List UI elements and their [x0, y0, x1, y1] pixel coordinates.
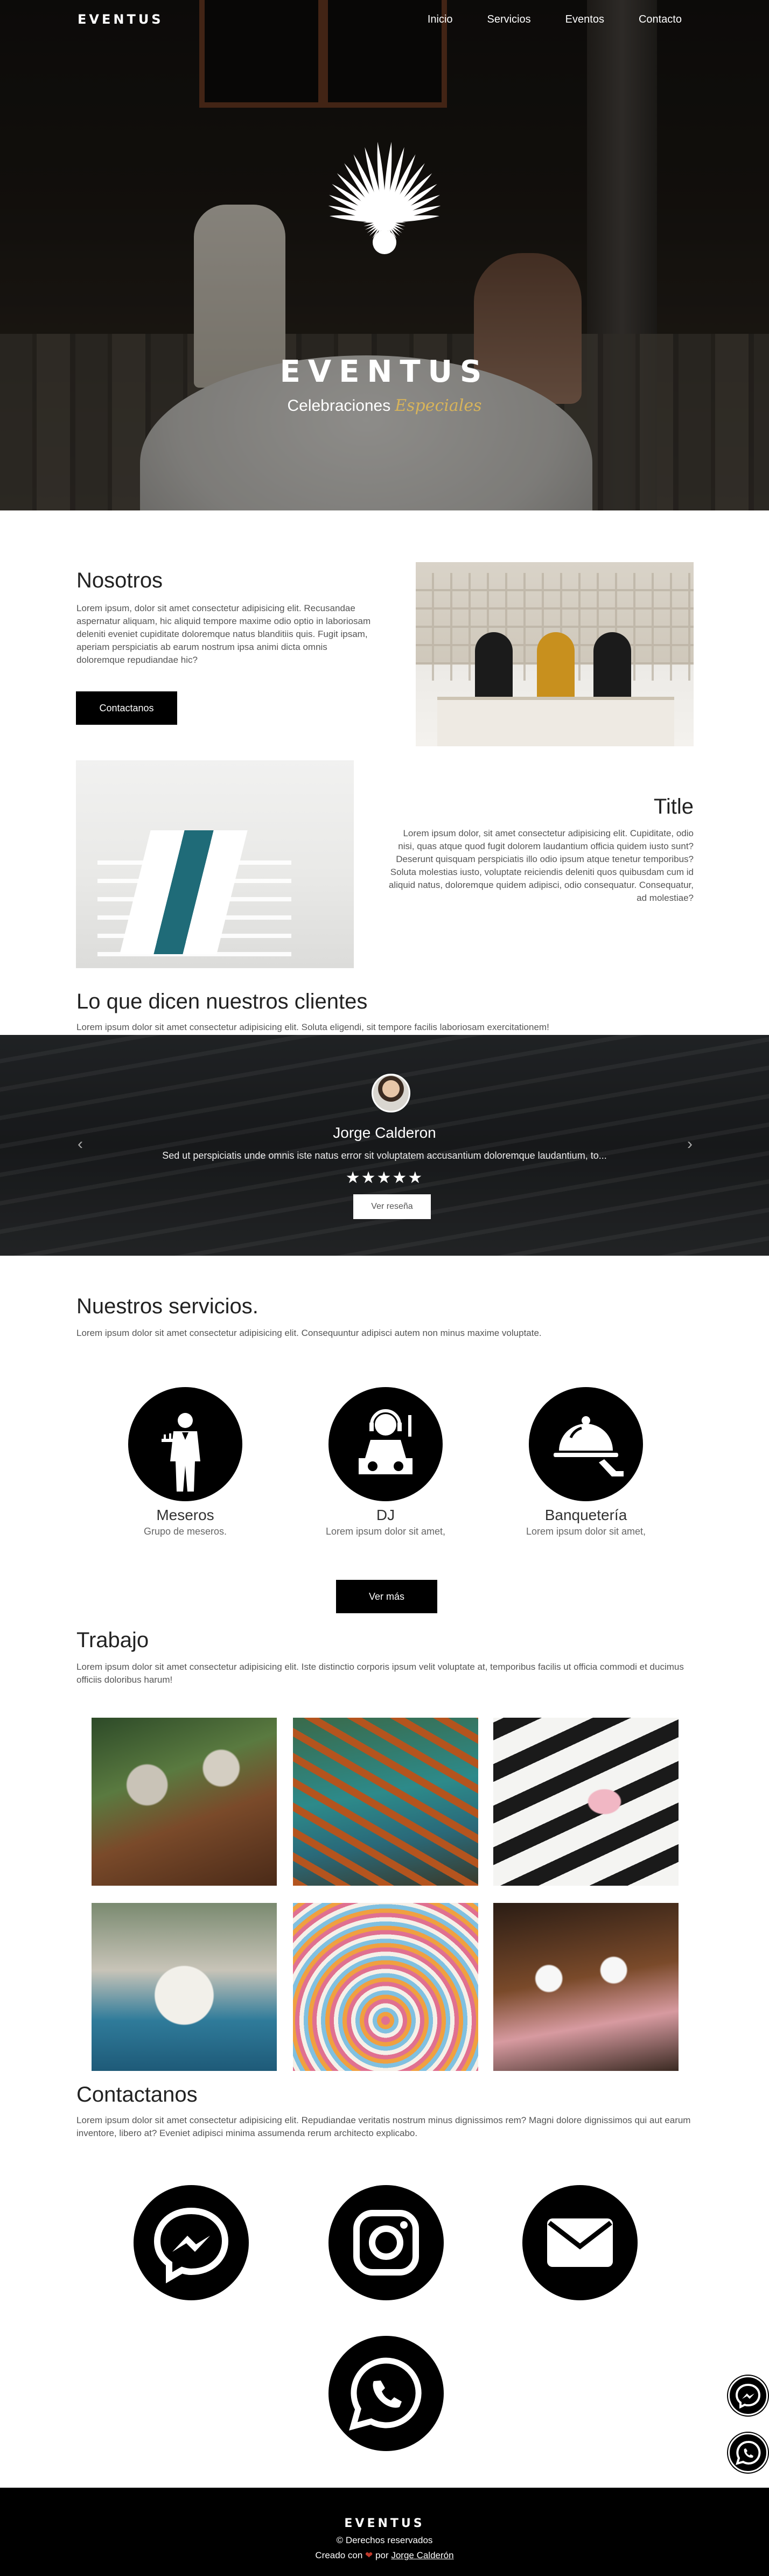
service-name-dj: DJ: [376, 1507, 395, 1523]
service-desc-banqueteria: Lorem ipsum dolor sit amet,: [526, 1526, 646, 1537]
floating-whatsapp-icon[interactable]: [728, 2433, 768, 2473]
about-title: Nosotros: [76, 569, 163, 592]
waiter-icon: [128, 1387, 242, 1501]
gallery-photo[interactable]: [493, 1718, 679, 1886]
contact-subtitle: Lorem ipsum dolor sit amet consectetur a…: [76, 2115, 691, 2138]
footer-credit: Creado con ❤ por Jorge Calderón: [0, 2550, 769, 2561]
service-name-meseros: Meseros: [156, 1507, 214, 1523]
feature-text: Lorem ipsum dolor, sit amet consectetur …: [388, 828, 694, 903]
contact-title: Contactanos: [76, 2083, 198, 2106]
floating-messenger-icon[interactable]: [728, 2376, 768, 2416]
see-review-button[interactable]: Ver reseña: [353, 1194, 431, 1219]
nav-link-inicio[interactable]: Inicio: [428, 13, 453, 26]
catering-cloche-icon: [529, 1387, 643, 1501]
nav-links: Inicio Servicios Eventos Contacto: [428, 13, 682, 26]
instagram-icon[interactable]: [328, 2185, 444, 2300]
messenger-icon[interactable]: [134, 2185, 249, 2300]
feature-photo-banquet-hall: [76, 760, 354, 968]
footer-credit-prefix: Creado con: [315, 2550, 363, 2560]
site-footer: EVENTUS © Derechos reservados Creado con…: [0, 2488, 769, 2576]
whatsapp-icon[interactable]: [328, 2336, 444, 2451]
gallery-photo[interactable]: [92, 1718, 277, 1886]
dj-icon: [328, 1387, 443, 1501]
service-desc-meseros: Grupo de meseros.: [143, 1526, 227, 1537]
hero-title: EVENTUS: [279, 354, 490, 389]
gallery-photo[interactable]: [293, 1718, 478, 1886]
footer-rights: © Derechos reservados: [336, 2535, 433, 2545]
hero-subtitle-accent: Especiales: [395, 396, 482, 415]
footer-brand: EVENTUS: [344, 2517, 425, 2530]
feature-title: Title: [653, 795, 694, 818]
services-title: Nuestros servicios.: [76, 1294, 258, 1318]
footer-credit-by: por: [375, 2550, 389, 2560]
work-title: Trabajo: [76, 1628, 149, 1652]
nav-link-eventos[interactable]: Eventos: [565, 13, 604, 26]
mail-icon[interactable]: [522, 2185, 638, 2300]
testimonials-title: Lo que dicen nuestros clientes: [76, 990, 368, 1013]
service-name-banqueteria: Banquetería: [544, 1507, 627, 1523]
hero-subtitle: Celebraciones Especiales: [0, 396, 769, 415]
contact-us-button[interactable]: Contactanos: [76, 691, 177, 725]
nav-link-contacto[interactable]: Contacto: [639, 13, 682, 26]
firework-logo-icon: [328, 142, 441, 254]
reviewer-name: Jorge Calderon: [333, 1124, 436, 1141]
gallery-photo[interactable]: [92, 1903, 277, 2071]
work-subtitle: Lorem ipsum dolor sit amet consectetur a…: [76, 1662, 684, 1685]
top-navbar: EVENTUS Inicio Servicios Eventos Contact…: [0, 0, 769, 40]
see-more-button[interactable]: Ver más: [336, 1580, 437, 1613]
author-link[interactable]: Jorge Calderón: [391, 2550, 453, 2560]
testimonial-carousel: ‹ › Jorge Calderon Sed ut perspiciatis u…: [0, 1035, 769, 1256]
service-desc-dj: Lorem ipsum dolor sit amet,: [325, 1526, 446, 1537]
rating-stars: ★★★★★: [345, 1169, 424, 1187]
gallery-photo[interactable]: [293, 1903, 478, 2071]
hero-banner: EVENTUS Celebraciones Especiales: [0, 0, 769, 510]
about-text: Lorem ipsum, dolor sit amet consectetur …: [76, 603, 371, 665]
services-subtitle: Lorem ipsum dolor sit amet consectetur a…: [76, 1328, 542, 1338]
reviewer-avatar: [372, 1074, 410, 1112]
brand-logo[interactable]: EVENTUS: [78, 12, 164, 27]
gallery-photo[interactable]: [493, 1903, 679, 2071]
testimonials-subtitle: Lorem ipsum dolor sit amet consectetur a…: [76, 1022, 549, 1032]
review-quote: Sed ut perspiciatis unde omnis iste natu…: [162, 1150, 607, 1161]
about-photo-bar-staff: [416, 562, 694, 746]
hero-subtitle-text: Celebraciones: [287, 397, 391, 415]
nav-link-servicios[interactable]: Servicios: [487, 13, 531, 26]
heart-icon: ❤: [365, 2550, 373, 2560]
